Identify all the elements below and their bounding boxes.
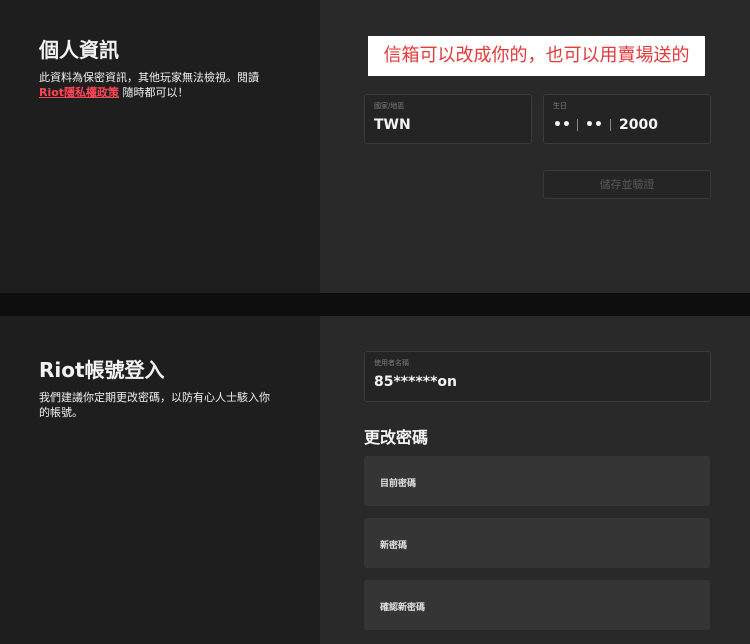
save-and-verify-button[interactable]: 儲存並驗證 xyxy=(543,170,711,199)
confirm-password-placeholder: 確認新密碼 xyxy=(380,603,426,613)
personal-info-left-pane: 個人資訊 此資料為保密資訊，其他玩家無法檢視。閱讀 Riot隱私權政策 隨時都可… xyxy=(0,0,320,293)
country-field[interactable]: 國家/地區 TWN xyxy=(364,94,532,144)
current-password-placeholder: 目前密碼 xyxy=(380,479,417,489)
personal-info-desc-tail: 隨時都可以！ xyxy=(119,86,189,99)
username-field[interactable]: 使用者名稱 85******on xyxy=(364,351,711,402)
birthday-month: •• xyxy=(553,117,571,133)
change-password-heading: 更改密碼 xyxy=(364,428,429,447)
username-value: 85******on xyxy=(374,374,457,390)
birthday-label: 生日 xyxy=(553,102,567,110)
personal-info-desc-text: 此資料為保密資訊，其他玩家無法檢視。閱讀 xyxy=(39,71,259,84)
section-divider xyxy=(0,293,750,316)
overlay-annotation-note: 信箱可以改成你的，也可以用賣場送的 xyxy=(368,36,705,76)
account-login-section: Riot帳號登入 我們建議你定期更改密碼，以防有心人士駭入你的帳號。 使用者名稱… xyxy=(0,316,750,644)
new-password-input[interactable]: 新密碼 xyxy=(364,518,710,568)
privacy-policy-link[interactable]: Riot隱私權政策 xyxy=(39,86,119,99)
account-title: Riot帳號登入 xyxy=(39,358,165,382)
new-password-placeholder: 新密碼 xyxy=(380,541,408,551)
current-password-input[interactable]: 目前密碼 xyxy=(364,456,710,506)
confirm-password-input[interactable]: 確認新密碼 xyxy=(364,580,710,630)
birthday-year: 2000 xyxy=(619,117,658,133)
birthday-day: •• xyxy=(585,117,603,133)
account-description: 我們建議你定期更改密碼，以防有心人士駭入你的帳號。 xyxy=(39,391,270,419)
account-left-pane: Riot帳號登入 我們建議你定期更改密碼，以防有心人士駭入你的帳號。 xyxy=(0,316,320,644)
personal-info-section: 個人資訊 此資料為保密資訊，其他玩家無法檢視。閱讀 Riot隱私權政策 隨時都可… xyxy=(0,0,750,293)
country-value: TWN xyxy=(374,117,411,133)
personal-info-description: 此資料為保密資訊，其他玩家無法檢視。閱讀 Riot隱私權政策 隨時都可以！ xyxy=(39,70,279,100)
personal-info-title: 個人資訊 xyxy=(39,38,119,62)
birthday-field[interactable]: 生日 •• •• 2000 xyxy=(543,94,711,144)
birthday-separator xyxy=(610,119,611,131)
username-label: 使用者名稱 xyxy=(374,359,409,367)
birthday-separator xyxy=(577,119,578,131)
country-label: 國家/地區 xyxy=(374,102,405,110)
